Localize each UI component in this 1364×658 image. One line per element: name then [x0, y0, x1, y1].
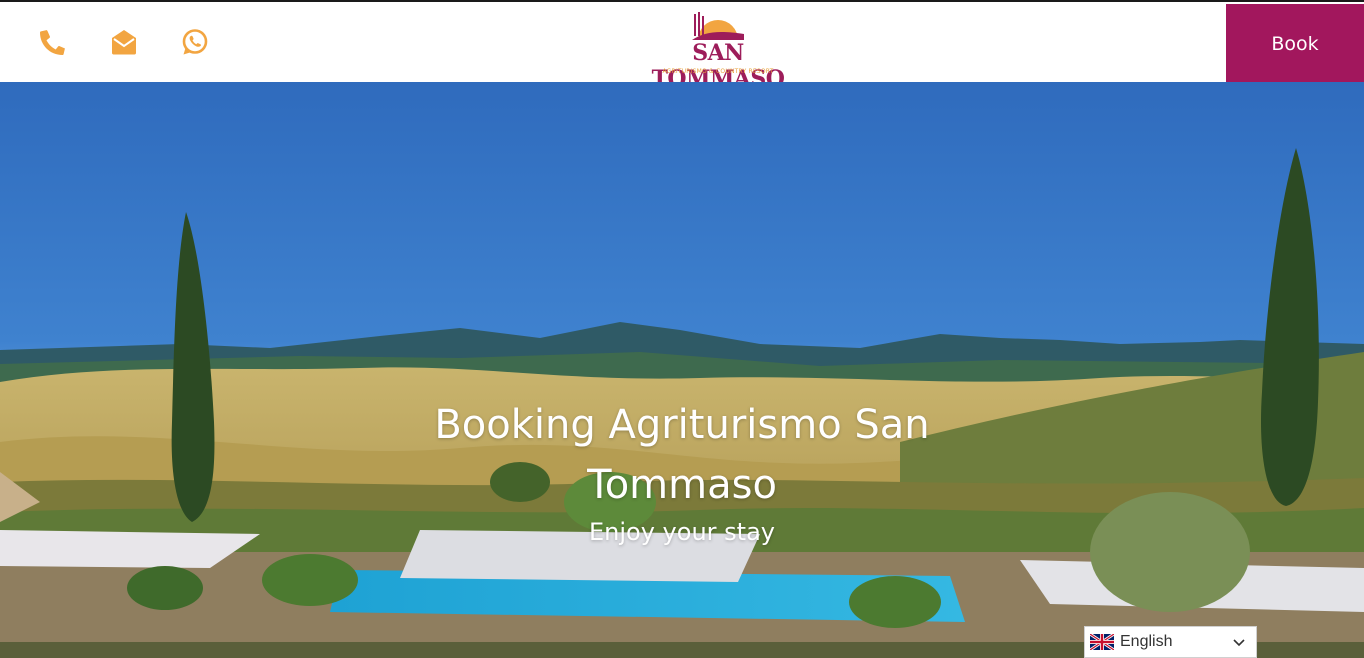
uk-flag-icon: [1090, 634, 1114, 650]
hero-subtitle: Enjoy your stay: [589, 518, 775, 546]
book-button[interactable]: Book: [1226, 4, 1364, 84]
hero-banner: Booking Agriturismo San Tommaso Enjoy yo…: [0, 82, 1364, 658]
chevron-down-icon: [1233, 639, 1245, 647]
hero-title: Booking Agriturismo San Tommaso: [434, 402, 930, 508]
logo-tagline: AGRITURISMO & COUNTRY RESORT: [662, 68, 774, 75]
whatsapp-icon[interactable]: [180, 27, 210, 57]
phone-icon[interactable]: [38, 27, 68, 57]
language-selector[interactable]: English: [1084, 626, 1257, 658]
envelope-open-icon[interactable]: [109, 27, 139, 57]
site-logo[interactable]: SAN TOMMASO AGRITURISMO & COUNTRY RESORT: [640, 4, 796, 92]
contact-icons: [38, 27, 210, 57]
language-label: English: [1120, 633, 1173, 650]
tuscany-landscape-image: [0, 82, 1364, 658]
site-header: SAN TOMMASO AGRITURISMO & COUNTRY RESORT…: [0, 2, 1364, 92]
